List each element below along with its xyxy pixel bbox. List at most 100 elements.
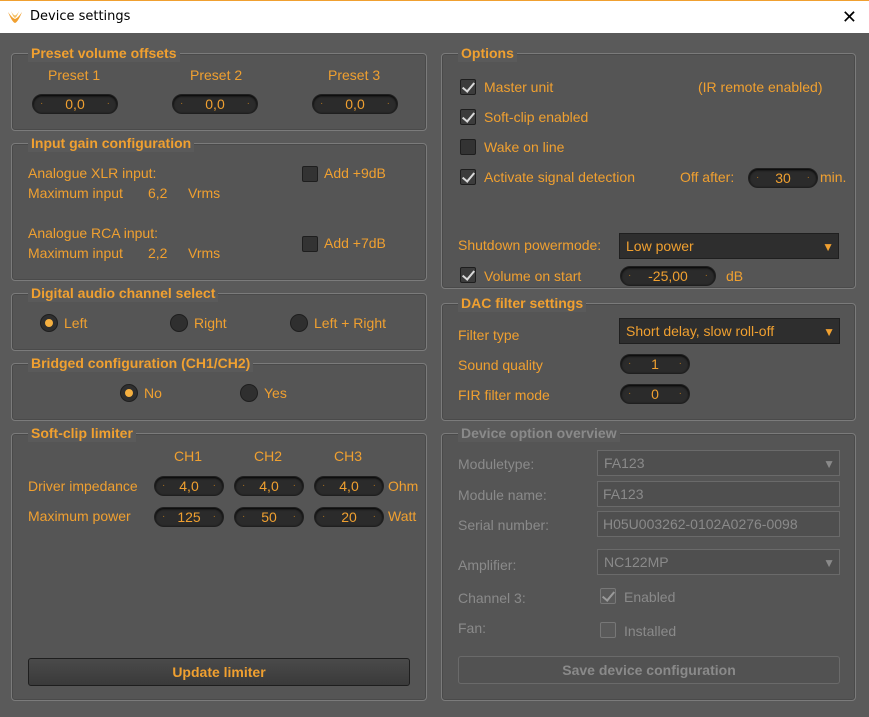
digital-channel-legend: Digital audio channel select — [28, 284, 219, 302]
input-gain-legend: Input gain configuration — [28, 134, 195, 152]
dac-filter-legend: DAC filter settings — [458, 294, 587, 312]
xlr-add-9db-checkbox[interactable] — [302, 166, 318, 182]
softclip-group: Soft-clip limiter CH1 CH2 CH3 Driver imp… — [11, 424, 427, 701]
moduletype-select[interactable]: FA123 ▼ — [597, 450, 840, 476]
volume-value: -25,00 — [648, 268, 688, 284]
dac-filter-group: DAC filter settings Filter type Short de… — [441, 294, 856, 421]
module-name-field[interactable]: FA123 — [597, 481, 840, 507]
rca-add-7db-label: Add +7dB — [324, 235, 386, 251]
ch1-impedance-spinner[interactable]: · 4,0 · — [154, 476, 224, 496]
off-after-unit: min. — [820, 169, 847, 185]
preset-1-spinner[interactable]: · 0,0 · — [32, 94, 118, 114]
ch2-power-value: 50 — [261, 509, 277, 525]
amplifier-label: Amplifier: — [458, 557, 517, 573]
fir-filter-spinner[interactable]: · 0 · — [620, 384, 690, 404]
moduletype-label: Moduletype: — [458, 456, 535, 472]
save-device-configuration-button[interactable]: Save device configuration — [458, 656, 840, 684]
bridged-group: Bridged configuration (CH1/CH2) No Yes — [11, 354, 427, 421]
rca-input-label: Analogue RCA input: — [28, 225, 158, 241]
ch3-impedance-value: 4,0 — [339, 478, 359, 494]
ch2-power-spinner[interactable]: · 50 · — [234, 507, 304, 527]
softclip-legend: Soft-clip limiter — [28, 424, 136, 442]
shutdown-powermode-value: Low power — [626, 238, 694, 254]
radio-left-right[interactable] — [290, 314, 308, 332]
amplifier-select[interactable]: NC122MP ▼ — [597, 549, 840, 575]
radio-no[interactable] — [120, 384, 138, 402]
volume-spinner[interactable]: · -25,00 · — [620, 266, 716, 286]
channel3-enabled-label: Enabled — [624, 589, 676, 605]
ch1-impedance-value: 4,0 — [179, 478, 199, 494]
options-legend: Options — [458, 44, 517, 62]
rca-max-label: Maximum input — [28, 245, 123, 261]
rca-unit: Vrms — [188, 245, 221, 261]
driver-impedance-label: Driver impedance — [28, 478, 138, 494]
ch2-header: CH2 — [254, 448, 283, 464]
chevron-down-icon: ▼ — [823, 556, 835, 570]
signal-detection-label: Activate signal detection — [484, 169, 635, 185]
master-unit-checkbox[interactable] — [460, 79, 476, 95]
xlr-add-9db-label: Add +9dB — [324, 165, 386, 181]
volume-unit: dB — [726, 268, 744, 284]
ch3-power-spinner[interactable]: · 20 · — [314, 507, 384, 527]
radio-right[interactable] — [170, 314, 188, 332]
filter-type-value: Short delay, slow roll-off — [626, 323, 775, 339]
channel3-enabled-checkbox[interactable] — [600, 588, 616, 604]
volume-on-start-checkbox[interactable] — [460, 267, 476, 283]
ch1-header: CH1 — [174, 448, 203, 464]
fan-installed-checkbox[interactable] — [600, 622, 616, 638]
shutdown-powermode-select[interactable]: Low power ▼ — [619, 233, 839, 259]
rca-add-7db-checkbox[interactable] — [302, 236, 318, 252]
off-after-label: Off after: — [680, 169, 735, 185]
radio-yes[interactable] — [240, 384, 258, 402]
preset-2-spinner[interactable]: · 0,0 · — [172, 94, 258, 114]
ch2-impedance-spinner[interactable]: · 4,0 · — [234, 476, 304, 496]
softclip-enabled-checkbox[interactable] — [460, 109, 476, 125]
sound-quality-value: 1 — [651, 356, 659, 372]
xlr-max-label: Maximum input — [28, 185, 123, 201]
volume-on-start-label: Volume on start — [484, 268, 582, 284]
ch1-power-value: 125 — [177, 509, 201, 525]
serial-number-label: Serial number: — [458, 517, 550, 533]
preset-1-label: Preset 1 — [48, 67, 101, 83]
fir-filter-label: FIR filter mode — [458, 387, 550, 403]
preset-volume-legend: Preset volume offsets — [28, 44, 180, 62]
radio-yes-label: Yes — [264, 385, 287, 401]
impedance-unit: Ohm — [388, 478, 419, 494]
ch1-power-spinner[interactable]: · 125 · — [154, 507, 224, 527]
filter-type-select[interactable]: Short delay, slow roll-off ▼ — [619, 318, 840, 344]
signal-detection-checkbox[interactable] — [460, 169, 476, 185]
app-logo-icon — [8, 11, 22, 23]
fan-label: Fan: — [458, 620, 487, 636]
sound-quality-label: Sound quality — [458, 357, 543, 373]
sound-quality-spinner[interactable]: · 1 · — [620, 354, 690, 374]
window-title: Device settings — [30, 9, 131, 24]
filter-type-label: Filter type — [458, 327, 520, 343]
chevron-down-icon: ▼ — [823, 457, 835, 471]
preset-3-spinner[interactable]: · 0,0 · — [312, 94, 398, 114]
radio-right-label: Right — [194, 315, 227, 331]
xlr-input-label: Analogue XLR input: — [28, 165, 157, 181]
maximum-power-label: Maximum power — [28, 508, 131, 524]
fir-filter-value: 0 — [651, 386, 659, 402]
master-unit-label: Master unit — [484, 79, 554, 95]
radio-left[interactable] — [40, 314, 58, 332]
digital-channel-group: Digital audio channel select Left Right … — [11, 284, 427, 351]
radio-no-label: No — [144, 385, 162, 401]
wake-on-line-checkbox[interactable] — [460, 139, 476, 155]
dialog-content: Preset volume offsets Preset 1 Preset 2 … — [0, 33, 869, 717]
ch3-impedance-spinner[interactable]: · 4,0 · — [314, 476, 384, 496]
close-icon[interactable]: ✕ — [842, 7, 857, 28]
preset-3-label: Preset 3 — [328, 67, 381, 83]
module-name-label: Module name: — [458, 487, 547, 503]
title-bar: Device settings ✕ — [0, 0, 869, 33]
off-after-spinner[interactable]: · 30 · — [748, 168, 818, 188]
serial-number-field[interactable]: H05U003262-0102A0276-0098 — [597, 511, 840, 537]
wake-on-line-label: Wake on line — [484, 139, 565, 155]
fan-installed-label: Installed — [624, 623, 677, 639]
chevron-down-icon: ▼ — [823, 325, 835, 339]
preset-2-label: Preset 2 — [190, 67, 243, 83]
update-limiter-button[interactable]: Update limiter — [28, 658, 410, 686]
preset-1-value: 0,0 — [65, 96, 85, 112]
ch2-impedance-value: 4,0 — [259, 478, 279, 494]
radio-left-label: Left — [64, 315, 88, 331]
